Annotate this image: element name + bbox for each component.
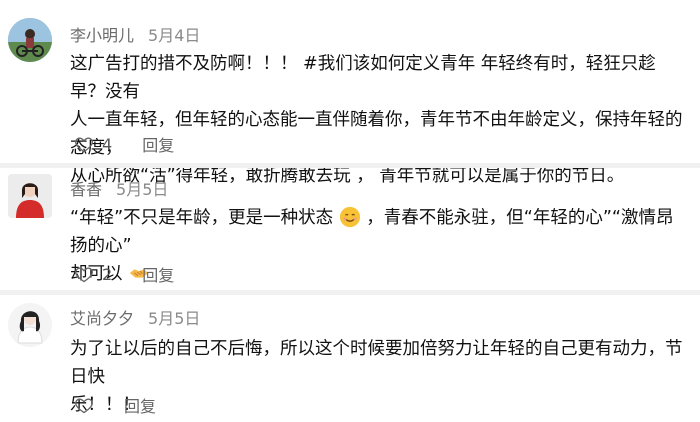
comment-line: 为了让以后的自己不后悔，所以这个时候要加倍努力让年轻的自己更有动力，节日快	[70, 339, 683, 387]
like-count: 4	[102, 134, 113, 154]
avatar[interactable]	[8, 303, 52, 347]
comment-date: 5月4日	[148, 26, 201, 45]
comment-line: 这广告打的措不及防啊！！！ #我们该如何定义青年 年轻终有时，轻狂只趁早？没有	[70, 54, 656, 102]
comment-actions: 4 回复	[74, 132, 174, 156]
reply-button[interactable]: 回复	[124, 393, 156, 417]
comment-date: 5月5日	[148, 309, 201, 328]
reply-button[interactable]: 回复	[142, 132, 174, 156]
comment-actions: 2 回复	[74, 262, 174, 286]
comment-meta: 艾尚夕夕 5月5日	[70, 305, 200, 329]
avatar[interactable]	[8, 18, 52, 62]
comment-date: 5月5日	[116, 180, 169, 199]
comment-item: 李小明儿 5月4日 这广告打的措不及防啊！！！ #我们该如何定义青年 年轻终有时，…	[0, 0, 700, 186]
heart-outline-icon[interactable]	[74, 134, 94, 154]
comment-text-segment: “年轻”不只是年龄，更是一种状态	[70, 208, 334, 228]
comment-meta: 香香 5月5日	[70, 176, 168, 200]
heart-outline-icon[interactable]	[74, 264, 94, 284]
heart-outline-icon[interactable]	[74, 395, 94, 415]
reply-button[interactable]: 回复	[142, 262, 174, 286]
username[interactable]: 李小明儿	[70, 26, 134, 45]
comment-line: 乐！！！	[70, 395, 140, 415]
comment-text: 为了让以后的自己不后悔，所以这个时候要加倍努力让年轻的自己更有动力，节日快 乐！…	[70, 335, 690, 419]
avatar[interactable]	[8, 174, 52, 218]
comment-line: “年轻”不只是年龄，更是一种状态 ，青春不能永驻，但“年轻的心”“激情昂扬的心”	[70, 204, 690, 260]
comment-item: 艾尚夕夕 5月5日 为了让以后的自己不后悔，所以这个时候要加倍努力让年轻的自己更有…	[0, 295, 700, 422]
comment-actions: 回复	[74, 393, 156, 417]
comment-meta: 李小明儿 5月4日	[70, 22, 200, 46]
username[interactable]: 艾尚夕夕	[70, 309, 134, 328]
comment-item: 香香 5月5日 “年轻”不只是年龄，更是一种状态 ，青春不能永驻，但“年轻的心”“…	[0, 168, 700, 290]
username[interactable]: 香香	[70, 180, 102, 199]
smiling-face-emoji	[339, 206, 360, 228]
like-count: 2	[102, 264, 113, 284]
